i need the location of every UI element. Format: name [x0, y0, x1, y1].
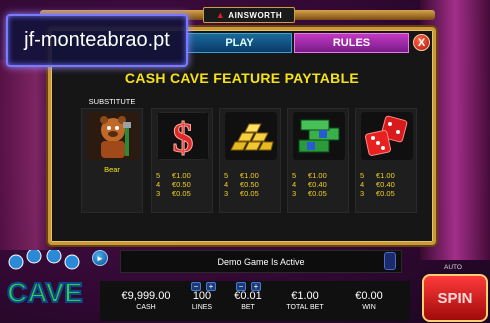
pay-row: 4 €0.40	[292, 180, 327, 189]
win-label: WIN	[362, 304, 376, 311]
pay-row: 3 €0.05	[360, 189, 395, 198]
total-bet-value: €1.00	[291, 290, 319, 302]
symbol-column-bear: SUBSTITUTE Bear	[81, 97, 143, 213]
bet-label: BET	[241, 304, 255, 311]
pay-row: 5 €1.00	[224, 171, 259, 180]
hud-lines: 100 LINES	[184, 290, 220, 311]
pay-row: 4 €0.50	[156, 180, 191, 189]
symbol-column-cash: 5 €1.00 4 €0.40 3 €0.05	[287, 108, 349, 213]
hud-total-bet: €1.00 TOTAL BET	[280, 290, 330, 311]
substitute-label: SUBSTITUTE	[88, 97, 136, 106]
brand-name: AINSWORTH	[228, 10, 283, 20]
lines-label: LINES	[191, 304, 213, 311]
dollar-sign-icon: $	[157, 112, 209, 160]
paytable-title: CASH CAVE FEATURE PAYTABLE	[124, 70, 360, 86]
tab-play-label: PLAY	[225, 37, 254, 49]
pay-row: 3 €0.05	[156, 189, 191, 198]
logo-text: CAVE	[7, 277, 83, 308]
pay-row: 3 €0.05	[224, 189, 259, 198]
spin-area: AUTO SPIN	[414, 260, 490, 323]
game-logo: CAVE	[6, 250, 84, 309]
cash-label: CASH	[136, 304, 156, 311]
watermark-badge: jf-monteabrao.pt	[6, 14, 188, 67]
brand-badge: ▲ AINSWORTH	[203, 7, 295, 23]
hud-bet: €0.01 BET	[228, 290, 268, 311]
watermark-text: jf-monteabrao.pt	[24, 29, 170, 51]
tab-play[interactable]: PLAY	[187, 33, 292, 53]
lines-value: 100	[192, 290, 212, 302]
gold-bars-icon	[225, 112, 277, 160]
pay-row: 4 €0.40	[360, 180, 395, 189]
pay-row: 5 €1.00	[292, 171, 327, 180]
brand-logo-icon: ▲	[215, 10, 226, 20]
win-value: €0.00	[355, 290, 383, 302]
autoplay-button[interactable]: AUTO	[444, 264, 462, 271]
pay-row: 5 €1.00	[156, 171, 191, 180]
close-button[interactable]: X	[413, 34, 430, 51]
tab-rules[interactable]: RULES	[294, 33, 409, 53]
pay-list-cash: 5 €1.00 4 €0.40 3 €0.05	[292, 171, 327, 198]
bet-value: €0.01	[234, 290, 262, 302]
speaker-icon: ►	[96, 253, 104, 263]
pay-list-dollar: 5 €1.00 4 €0.50 3 €0.05	[156, 171, 191, 198]
symbol-column-dice: 5 €1.00 4 €0.40 3 €0.05	[355, 108, 417, 213]
symbol-column-dollar: $ 5 €1.00 4 €0.50 3 €0.05	[151, 108, 213, 213]
pay-row: 3 €0.05	[292, 189, 327, 198]
svg-text:$: $	[173, 116, 194, 160]
spin-button[interactable]: SPIN	[422, 274, 488, 322]
pay-row: 5 €1.00	[360, 171, 395, 180]
symbol-name-bear: Bear	[104, 165, 120, 174]
hud-win: €0.00 WIN	[346, 290, 392, 311]
status-message: Demo Game Is Active	[217, 256, 305, 267]
spin-label: SPIN	[437, 289, 473, 307]
status-bar: Demo Game Is Active	[120, 250, 402, 273]
sound-button[interactable]: ►	[92, 250, 108, 266]
pay-list-gold-bars: 5 €1.00 4 €0.50 3 €0.05	[224, 171, 259, 198]
pay-row: 4 €0.50	[224, 180, 259, 189]
pay-list-dice: 5 €1.00 4 €0.40 3 €0.05	[360, 171, 395, 198]
cash-value: €9,999.00	[121, 290, 171, 302]
info-button[interactable]	[384, 252, 396, 270]
dice-icon	[361, 112, 413, 160]
tab-rules-label: RULES	[332, 37, 371, 49]
close-icon: X	[417, 36, 426, 49]
symbol-column-gold-bars: 5 €1.00 4 €0.50 3 €0.05	[219, 108, 281, 213]
hud-cash: €9,999.00 CASH	[116, 290, 176, 311]
total-bet-label: TOTAL BET	[286, 304, 324, 311]
cash-stack-icon	[293, 112, 345, 160]
bear-icon	[87, 112, 139, 160]
